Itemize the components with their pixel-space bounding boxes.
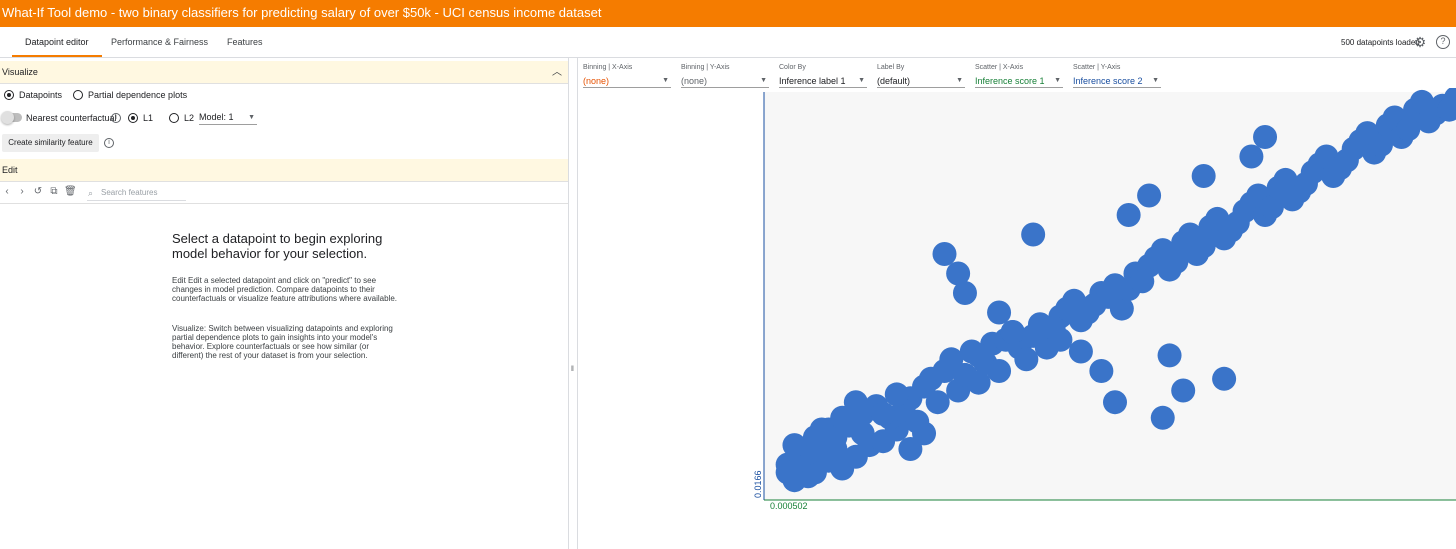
l2-label: L2 [184, 113, 195, 123]
data-point[interactable] [775, 460, 800, 485]
data-point[interactable] [884, 382, 909, 407]
data-point[interactable] [1137, 183, 1162, 208]
tab-bar: Datapoint editor Performance & Fairness … [0, 27, 1456, 58]
control-label: Color By [779, 64, 806, 71]
data-point[interactable] [1150, 405, 1175, 430]
control-label: Scatter | X-Axis [975, 64, 1024, 71]
data-point[interactable] [809, 417, 834, 442]
y-tick-label: 0.0166 [753, 470, 763, 498]
caret-down-icon: ▼ [1152, 77, 1159, 84]
chevron-up-icon[interactable]: ︿ [552, 61, 562, 84]
control-value: Inference score 2 [1073, 74, 1161, 88]
data-point[interactable] [1253, 125, 1278, 149]
datapoints-loaded-status: 500 datapoints loaded [1341, 38, 1420, 47]
chevron-right-icon[interactable]: › [16, 185, 28, 199]
data-point[interactable] [1239, 144, 1264, 169]
control-label: Label By [877, 64, 905, 71]
data-point[interactable] [1000, 320, 1025, 344]
empty-state-paragraph-visualize: Visualize: Switch between visualizing da… [172, 324, 393, 360]
gear-icon[interactable]: ⚙ [1412, 34, 1428, 50]
search-features-input[interactable]: ⌕ Search features [87, 185, 186, 201]
data-point[interactable] [1334, 148, 1359, 173]
data-point[interactable] [782, 433, 807, 458]
copy-icon[interactable]: ⧉ [48, 185, 60, 199]
delete-icon[interactable]: 🗑 [64, 185, 77, 199]
datapoints-radio-label: Datapoints [19, 90, 63, 100]
data-point[interactable] [1157, 343, 1182, 368]
caret-down-icon: ▼ [662, 77, 669, 84]
control-label: Scatter | Y-Axis [1073, 64, 1121, 71]
data-point[interactable] [1089, 359, 1114, 383]
info-icon[interactable]: i [104, 138, 114, 148]
caret-down-icon: ▼ [1054, 77, 1061, 84]
data-point[interactable] [1171, 378, 1196, 403]
edit-header-label: Edit [2, 165, 18, 175]
pdp-radio-label: Partial dependence plots [88, 90, 188, 100]
nearest-counterfactual-label: Nearest counterfactual [26, 113, 117, 123]
visualize-header-label: Visualize [2, 67, 38, 77]
control-value: Inference score 1 [975, 74, 1063, 88]
pdp-radio[interactable] [73, 90, 83, 100]
data-point[interactable] [1021, 222, 1046, 247]
control-value: (none) [681, 74, 769, 88]
control-label: Binning | Y-Axis [681, 64, 730, 71]
help-icon[interactable]: ? [1436, 35, 1450, 49]
data-point[interactable] [871, 401, 896, 426]
data-point[interactable] [1212, 366, 1237, 391]
search-icon: ⌕ [88, 188, 94, 198]
search-placeholder: Search features [101, 188, 158, 197]
model-select-value: Model: 1 [199, 112, 234, 122]
data-point[interactable] [1103, 390, 1127, 415]
scatter-plot[interactable]: 0.0166 0.000502 [578, 88, 1456, 549]
data-point[interactable] [1225, 210, 1250, 235]
caret-down-icon: ▼ [248, 114, 255, 121]
info-icon[interactable]: i [111, 113, 121, 123]
data-point[interactable] [987, 300, 1012, 325]
data-point[interactable] [987, 359, 1012, 383]
data-point[interactable] [1293, 171, 1318, 196]
control-value: (default) [877, 74, 965, 88]
empty-state-paragraph-edit: Edit Edit a selected datapoint and click… [172, 276, 398, 303]
x-tick-label: 0.000502 [770, 501, 808, 511]
data-point[interactable] [912, 421, 937, 446]
l1-label: L1 [143, 113, 154, 123]
data-point[interactable] [1191, 164, 1216, 188]
l1-radio[interactable] [128, 113, 138, 123]
data-point[interactable] [966, 343, 991, 368]
visualize-header[interactable]: Visualize ︿ [0, 61, 568, 84]
create-similarity-feature-button[interactable]: Create similarity feature [2, 134, 99, 152]
edit-header: Edit [0, 159, 568, 182]
app-title: What-If Tool demo - two binary classifie… [0, 0, 1456, 27]
data-point[interactable] [1116, 203, 1141, 227]
model-select[interactable]: Model: 1 ▼ [199, 110, 257, 125]
left-panel: Visualize ︿ Datapoints Partial dependenc… [0, 58, 569, 549]
edit-toolbar: ‹ › ↺ ⧉ 🗑 ⌕ Search features [0, 182, 568, 204]
history-icon[interactable]: ↺ [32, 185, 44, 199]
data-point[interactable] [1014, 347, 1039, 372]
caret-down-icon: ▼ [858, 77, 865, 84]
data-point[interactable] [925, 390, 950, 415]
control-value: (none) [583, 74, 671, 88]
caret-down-icon: ▼ [956, 77, 963, 84]
data-point[interactable] [843, 390, 868, 415]
data-point[interactable] [946, 261, 971, 286]
tab-performance-fairness[interactable]: Performance & Fairness [111, 27, 208, 57]
data-point[interactable] [1068, 339, 1093, 364]
data-point[interactable] [1130, 269, 1155, 294]
control-label: Binning | X-Axis [583, 64, 633, 71]
l2-radio[interactable] [169, 113, 179, 123]
tab-features[interactable]: Features [227, 27, 263, 57]
panel-splitter[interactable]: ‖ [569, 58, 578, 549]
empty-state-title: Select a datapoint to begin exploring mo… [172, 231, 383, 261]
data-point[interactable] [1048, 327, 1073, 352]
data-point[interactable] [932, 242, 957, 266]
drag-handle-icon[interactable]: ‖ [571, 366, 574, 373]
caret-down-icon: ▼ [760, 77, 767, 84]
tab-datapoint-editor[interactable]: Datapoint editor [12, 27, 102, 57]
control-value: Inference label 1 [779, 74, 867, 88]
chevron-left-icon[interactable]: ‹ [1, 185, 13, 199]
datapoints-radio[interactable] [4, 90, 14, 100]
nearest-counterfactual-toggle[interactable] [1, 111, 22, 124]
